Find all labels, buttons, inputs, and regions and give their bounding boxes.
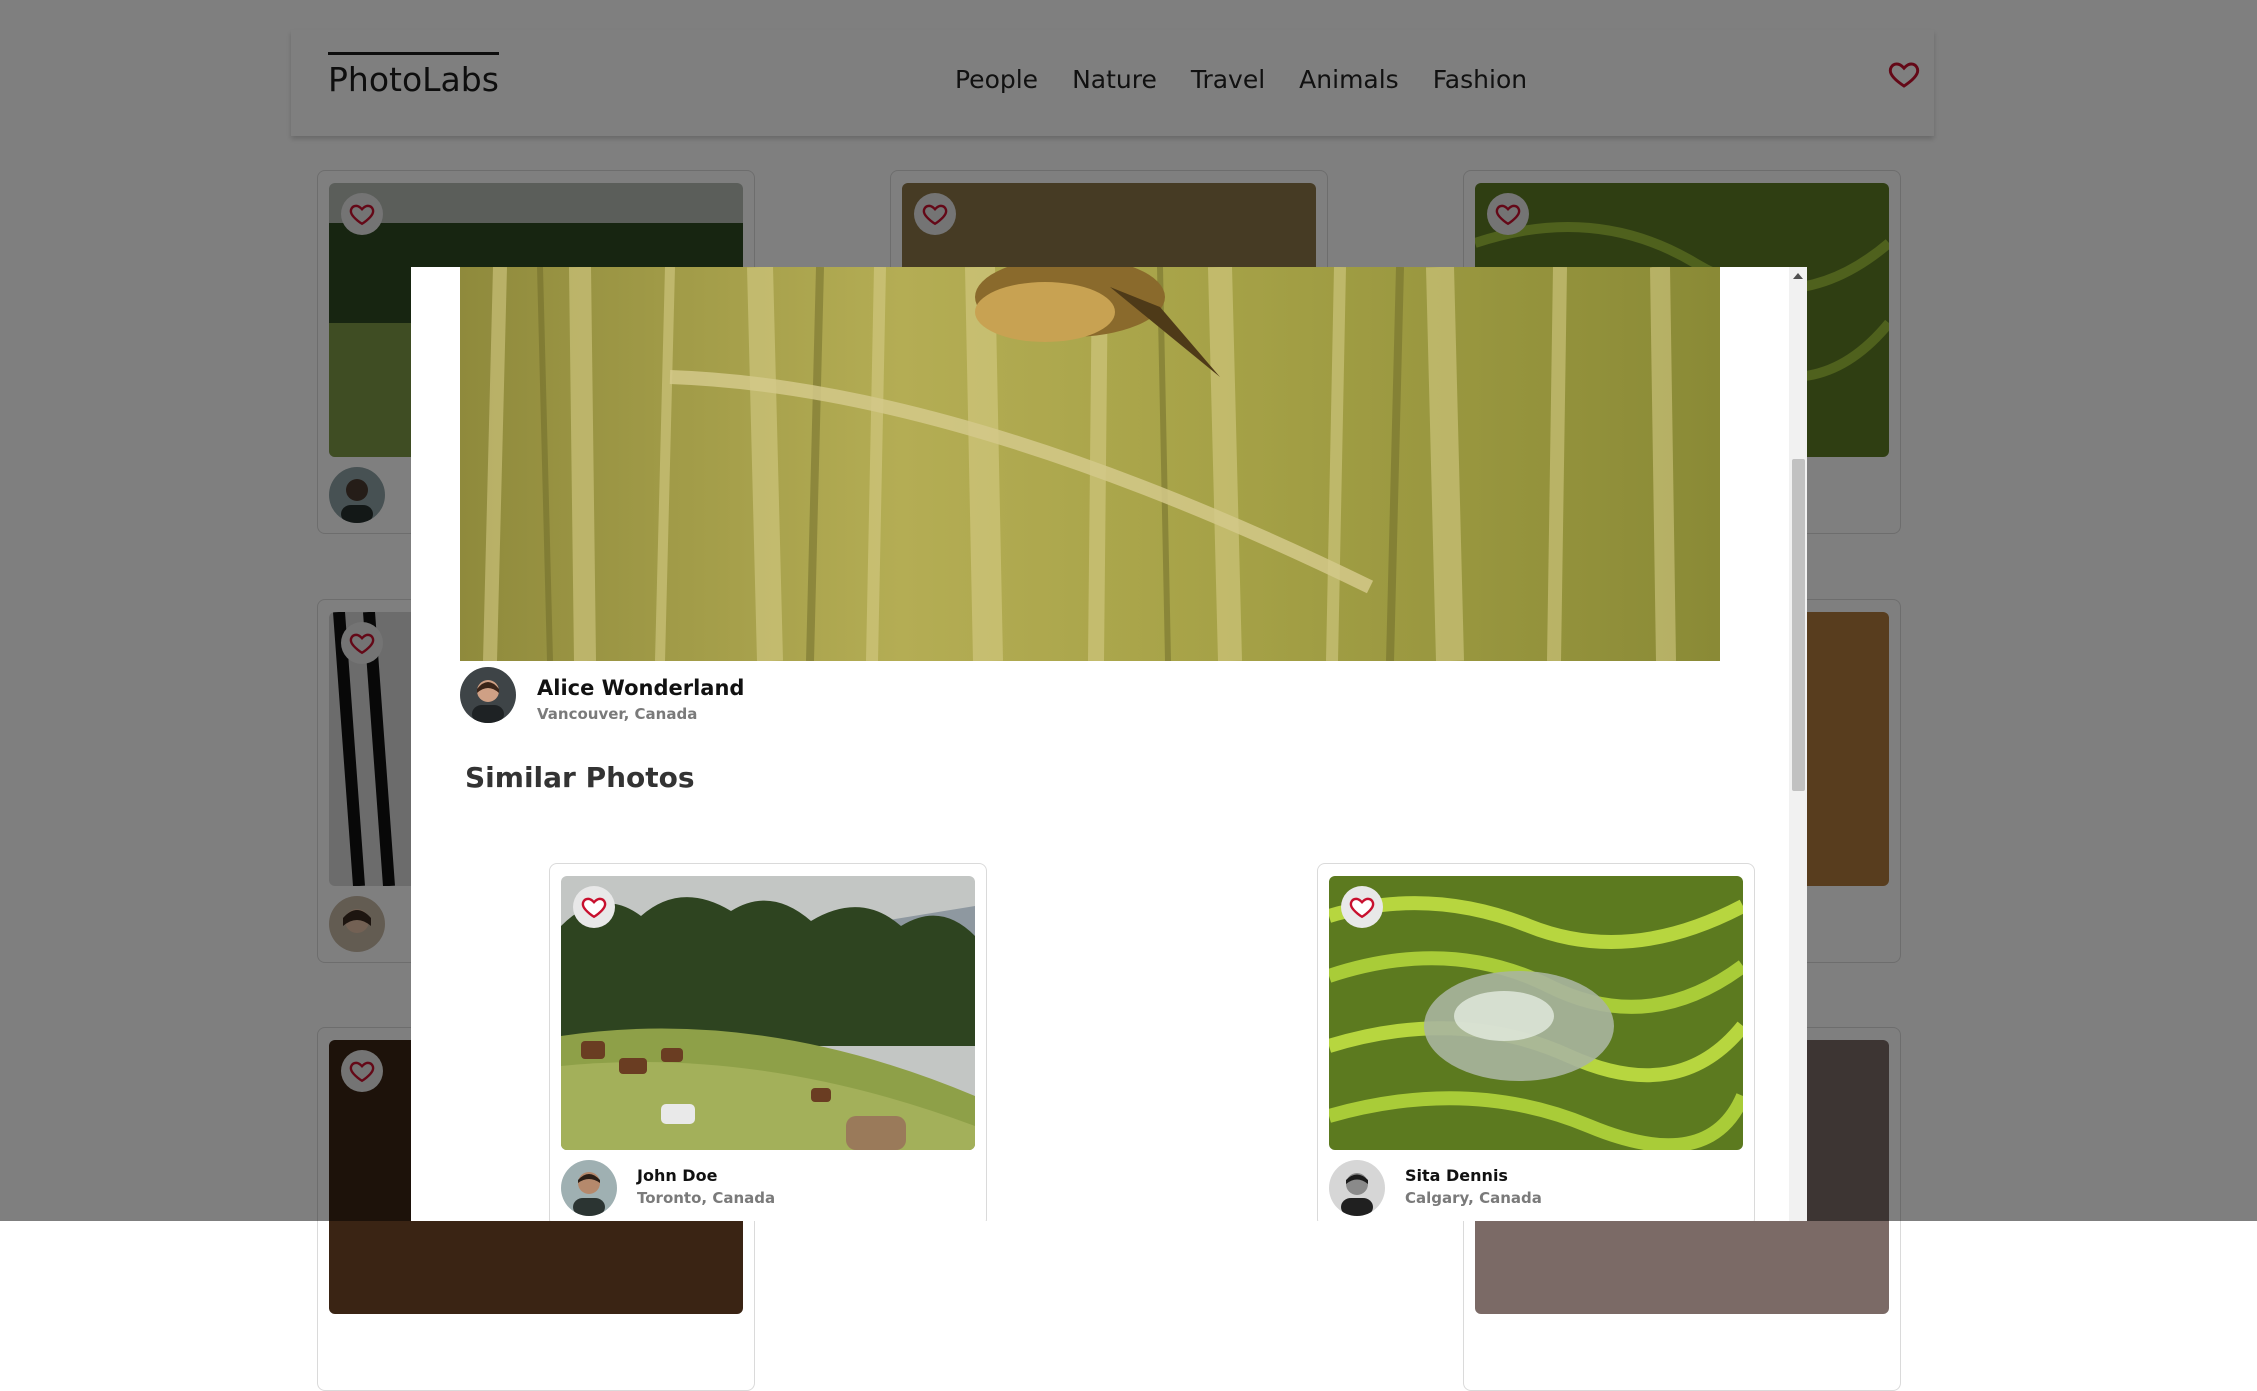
- similar-photos-heading: Similar Photos: [465, 761, 695, 794]
- photo-horses[interactable]: [561, 876, 975, 1150]
- photographer-location: Calgary, Canada: [1405, 1189, 1542, 1207]
- photographer-name: Sita Dennis: [1405, 1166, 1508, 1185]
- photographer-name: Alice Wonderland: [537, 676, 745, 700]
- scrollbar-thumb[interactable]: [1792, 459, 1805, 791]
- similar-photo-card[interactable]: Sita Dennis Calgary, Canada: [1317, 863, 1755, 1221]
- photographer-location: Vancouver, Canada: [537, 705, 698, 723]
- similar-photo-card[interactable]: John Doe Toronto, Canada: [549, 863, 987, 1221]
- avatar: [561, 1160, 617, 1216]
- photolabs-page: PhotoLabs People Nature Travel Animals F…: [0, 0, 2257, 1391]
- scroll-up-arrow-icon[interactable]: [1793, 273, 1803, 279]
- photographer-avatar: [460, 667, 516, 723]
- heart-icon[interactable]: [1341, 886, 1383, 928]
- selected-photo: [460, 267, 1720, 661]
- modal-scrollbar[interactable]: [1789, 267, 1807, 1221]
- heart-icon[interactable]: [573, 886, 615, 928]
- photo-rice-terraces[interactable]: [1329, 876, 1743, 1150]
- photo-details-modal: Alice Wonderland Vancouver, Canada Simil…: [411, 267, 1807, 1221]
- photographer-location: Toronto, Canada: [637, 1189, 776, 1207]
- photographer-name: John Doe: [637, 1166, 718, 1185]
- avatar: [1329, 1160, 1385, 1216]
